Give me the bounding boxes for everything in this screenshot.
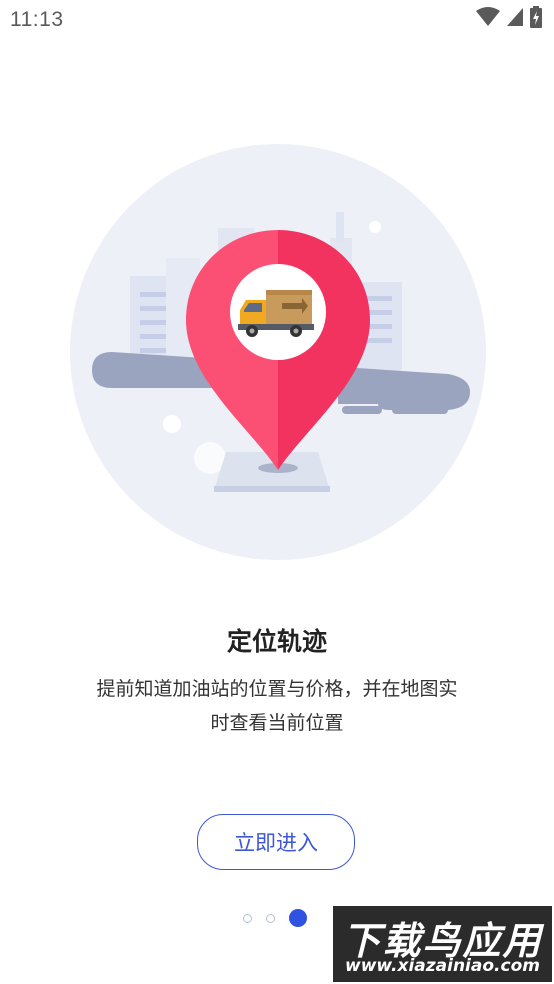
watermark: 下载鸟应用 www.xiazainiao.com: [333, 906, 552, 982]
deco-dot: [163, 415, 181, 433]
page-description: 提前知道加油站的位置与价格，并在地图实 时查看当前位置: [72, 672, 482, 740]
watermark-url: www.xiazainiao.com: [345, 956, 540, 976]
deco-dot: [369, 221, 381, 233]
pager-dot[interactable]: [243, 913, 252, 923]
pager-dot-active[interactable]: [289, 909, 307, 927]
pager-dot[interactable]: [266, 913, 275, 923]
location-illustration: [70, 144, 486, 560]
description-line: 提前知道加油站的位置与价格，并在地图实: [96, 678, 458, 700]
description-line: 时查看当前位置: [210, 712, 344, 734]
pager-indicator: [243, 909, 307, 927]
page-title: 定位轨迹: [226, 627, 327, 656]
enter-now-button[interactable]: 立即进入: [197, 814, 355, 870]
